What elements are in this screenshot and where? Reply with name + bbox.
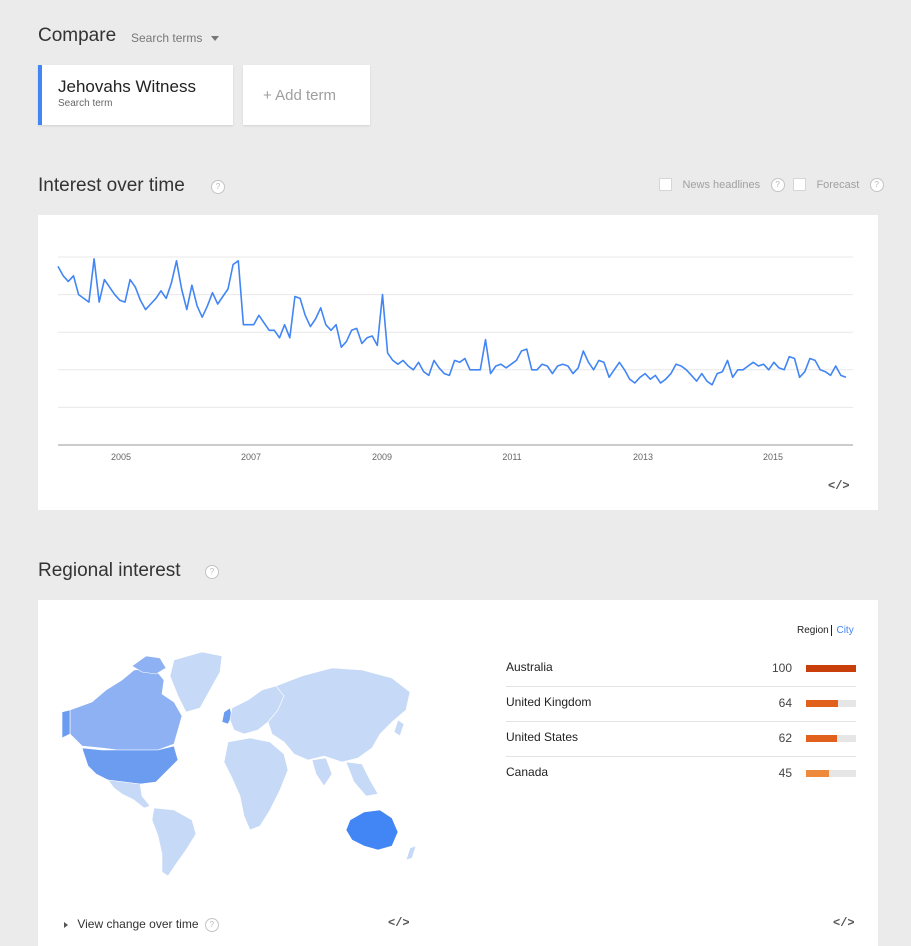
chart-x-tick-label: 2009 (372, 452, 392, 462)
region-row-bar-fill (806, 770, 829, 777)
chart-series-line[interactable] (57, 258, 847, 386)
region-row-value: 64 (778, 696, 792, 710)
forecast-checkbox[interactable] (793, 178, 806, 192)
map-japan (393, 719, 405, 737)
compare-title: Compare (38, 25, 117, 46)
region-toggle[interactable]: Region (797, 625, 832, 636)
search-term-sublabel: Search term (58, 98, 113, 109)
region-row-divider (506, 721, 856, 722)
search-terms-dropdown[interactable]: Search terms (131, 31, 219, 45)
list-embed-icon[interactable]: </> (833, 916, 855, 930)
caret-right-icon (64, 921, 68, 928)
add-term-button[interactable]: + Add term (243, 65, 370, 125)
region-row-value: 100 (771, 661, 792, 675)
region-row-bar-track (806, 770, 856, 777)
region-row-bar-fill (806, 665, 856, 672)
chart-x-tick-label: 2013 (633, 452, 653, 462)
map-asia (267, 667, 411, 763)
chart-x-tick-label: 2005 (111, 452, 131, 462)
region-row-name[interactable]: United States (506, 730, 578, 744)
map-new-zealand (405, 845, 417, 861)
region-row-bar-track (806, 665, 856, 672)
map-alaska (62, 709, 71, 739)
news-headlines-help-icon[interactable]: ? (770, 177, 785, 192)
chart-x-tick-label: 2011 (502, 452, 521, 462)
map-southeast-asia (345, 761, 379, 797)
search-term-name: Jehovahs Witness (58, 77, 196, 96)
view-change-label: View change over time (77, 917, 199, 931)
map-australia (345, 809, 399, 851)
interest-chart-card: 2005 2007 2009 2011 2013 2015 </> (38, 215, 878, 510)
map-africa (223, 737, 289, 831)
city-toggle[interactable]: City (836, 625, 853, 636)
forecast-label: Forecast (816, 178, 860, 191)
forecast-help-icon[interactable]: ? (869, 177, 884, 192)
news-headlines-option[interactable]: News headlines ? (659, 176, 785, 194)
region-row-name[interactable]: United Kingdom (506, 695, 591, 709)
search-term-card[interactable]: Jehovahs Witness Search term (38, 65, 233, 125)
add-term-label: + Add term (263, 87, 336, 104)
region-row-value: 45 (778, 766, 792, 780)
region-row-bar-track (806, 735, 856, 742)
interest-help-icon[interactable]: ? (211, 180, 225, 194)
map-mexico (107, 779, 151, 809)
caret-down-icon (210, 36, 219, 42)
map-south-asia (311, 757, 333, 787)
chart-embed-icon[interactable]: </> (828, 479, 850, 493)
view-change-help-icon[interactable]: ? (204, 917, 219, 932)
map-greenland (169, 651, 223, 713)
region-row-bar-track (806, 700, 856, 707)
regional-interest-card: Region City Australia 100 United Kingdom 64… (38, 600, 878, 946)
chart-x-tick-label: 2007 (241, 452, 261, 462)
map-south-america (151, 807, 197, 877)
forecast-option[interactable]: Forecast ? (793, 176, 884, 194)
news-headlines-label: News headlines (682, 178, 761, 191)
interest-line-chart: 2005 2007 2009 2011 2013 2015 (57, 256, 853, 462)
map-canada (69, 667, 183, 751)
regional-interest-title: Regional interest (38, 560, 181, 581)
search-terms-label: Search terms (131, 31, 203, 45)
region-row-value: 62 (778, 731, 792, 745)
region-row-bar-fill (806, 700, 838, 707)
view-change-over-time[interactable]: View change over time ? (64, 917, 219, 932)
map-usa (81, 745, 179, 785)
interest-over-time-title: Interest over time (38, 175, 185, 196)
regional-help-icon[interactable]: ? (205, 565, 219, 579)
region-row-divider (506, 756, 856, 757)
region-row-divider (506, 686, 856, 687)
region-row-bar-fill (806, 735, 837, 742)
world-map[interactable] (62, 650, 422, 880)
news-headlines-checkbox[interactable] (659, 178, 672, 192)
region-city-toggle: Region City (797, 625, 854, 636)
region-row-name[interactable]: Australia (506, 660, 553, 674)
chart-x-tick-label: 2015 (763, 452, 783, 462)
map-embed-icon[interactable]: </> (388, 916, 410, 930)
region-row-name[interactable]: Canada (506, 765, 548, 779)
